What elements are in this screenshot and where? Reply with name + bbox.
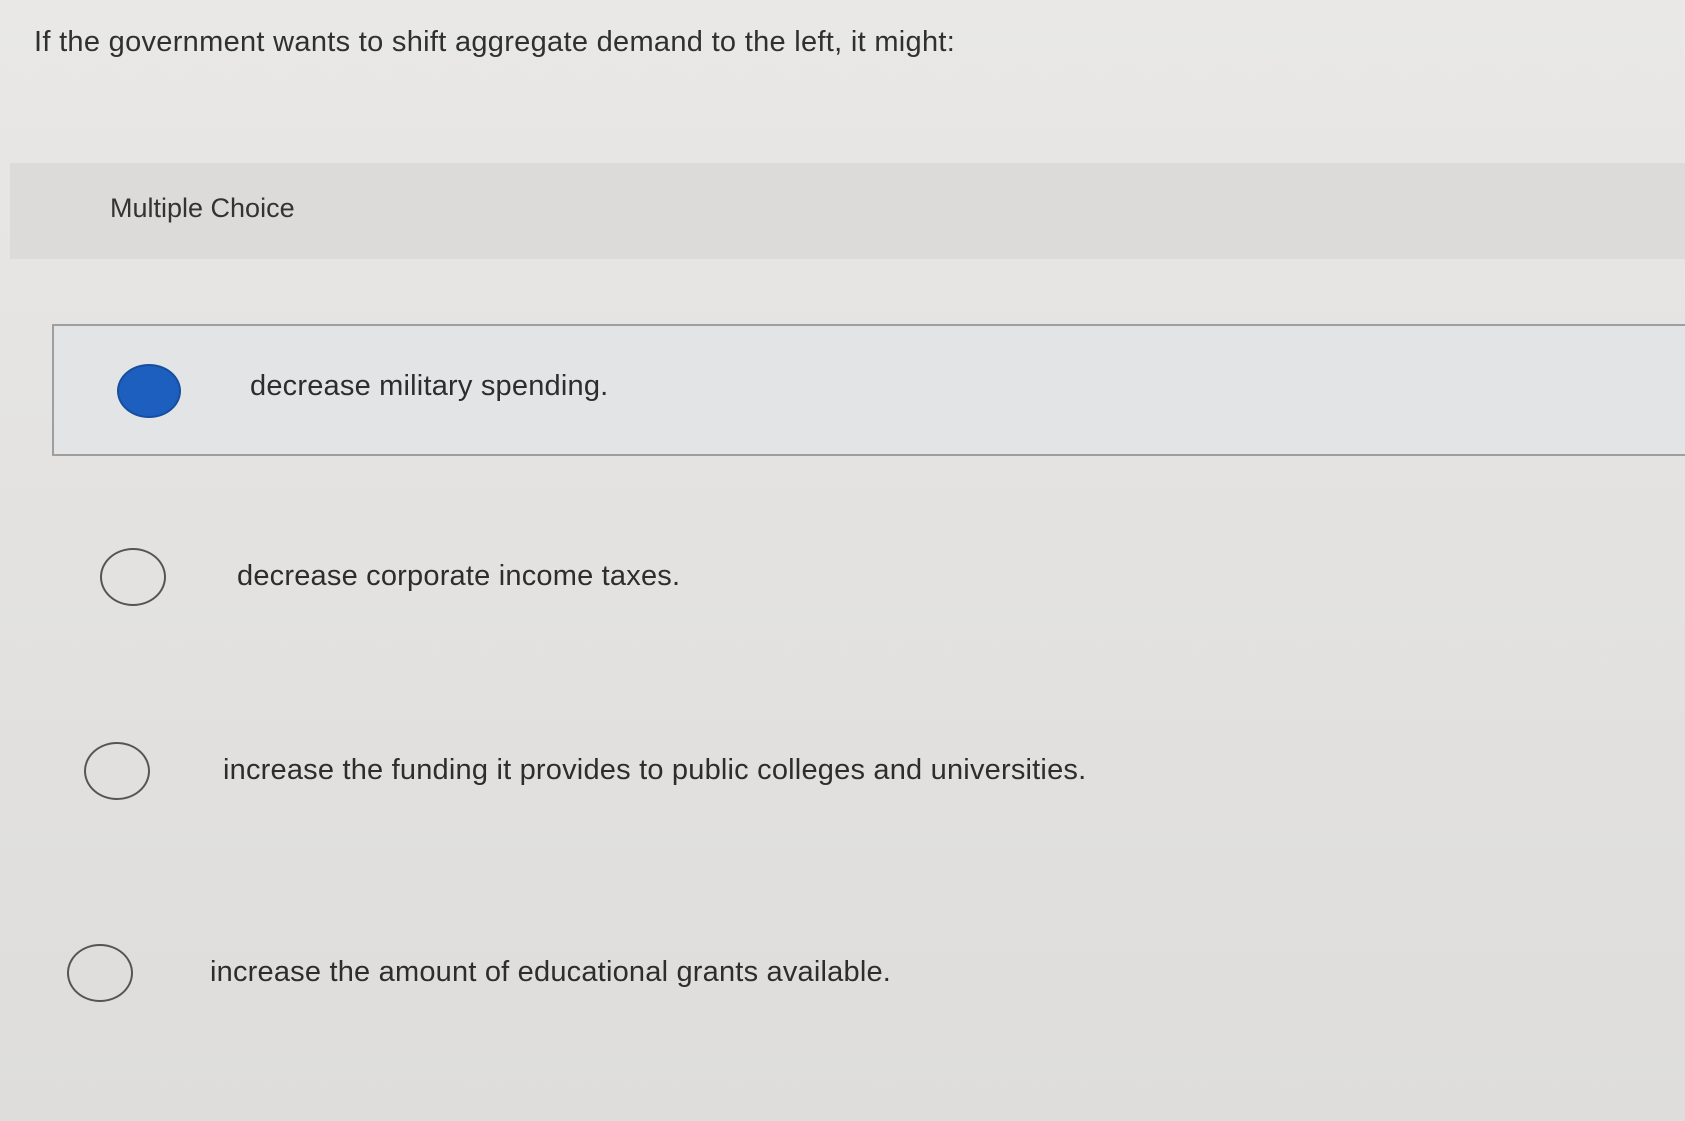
answer-option-3-label: increase the funding it provides to publ… (223, 754, 1087, 786)
answer-option-1-label: decrease military spending. (250, 370, 609, 402)
question-text: If the government wants to shift aggrega… (34, 26, 956, 58)
multiple-choice-label: Multiple Choice (110, 193, 295, 223)
answer-option-3[interactable]: increase the funding it provides to publ… (30, 712, 1685, 840)
radio-selected-icon[interactable] (117, 364, 181, 418)
radio-empty-icon[interactable] (100, 548, 166, 606)
answer-option-2[interactable]: decrease corporate income taxes. (30, 518, 1685, 646)
answer-option-4[interactable]: increase the amount of educational grant… (30, 916, 1685, 1044)
answer-option-2-label: decrease corporate income taxes. (237, 560, 681, 592)
radio-empty-icon[interactable] (84, 742, 150, 800)
answer-option-1[interactable]: decrease military spending. (52, 324, 1685, 456)
answer-option-4-label: increase the amount of educational grant… (210, 956, 892, 988)
radio-empty-icon[interactable] (67, 944, 133, 1002)
multiple-choice-header: Multiple Choice (10, 163, 1685, 259)
